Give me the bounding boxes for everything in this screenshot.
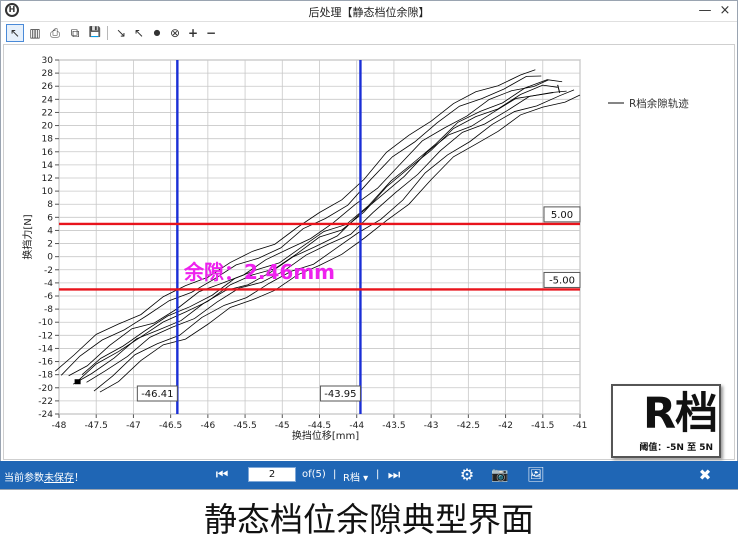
y-tick-label: 0 [47, 253, 53, 263]
y-tick-label: -20 [38, 384, 53, 394]
page-total: of(5) [302, 469, 326, 480]
first-page-button[interactable]: ⏮ [212, 464, 232, 486]
y-tick-label: 22 [42, 108, 53, 118]
vertical-cursor-label: -46.41 [141, 389, 173, 400]
x-tick-label: -45 [275, 421, 290, 431]
save-status: 当前参数未保存！ [4, 469, 84, 484]
y-tick-label: 28 [42, 69, 54, 79]
y-tick-label: -14 [38, 344, 53, 354]
y-tick-label: -6 [44, 292, 53, 302]
x-tick-label: -43 [424, 421, 439, 431]
x-tick-label: -42.5 [457, 421, 480, 431]
status-separator: | [333, 469, 337, 480]
start-marker [74, 379, 81, 385]
y-tick-label: -8 [44, 305, 53, 315]
gear-label: R档 [643, 389, 718, 439]
camera-icon[interactable]: 📷 [489, 464, 511, 486]
x-tick-label: -44.5 [308, 421, 331, 431]
gear-select[interactable]: R档 ▾ [343, 469, 368, 484]
image-icon[interactable]: 🖼 [525, 464, 547, 486]
params-prefix: 当前参数 [4, 473, 44, 484]
y-tick-label: -12 [38, 331, 53, 341]
chevron-down-icon: ▾ [363, 473, 369, 484]
last-page-button[interactable]: ⏭ [384, 464, 404, 486]
y-tick-label: 24 [42, 95, 54, 105]
threshold-label: -5.00 [549, 275, 575, 286]
y-tick-label: 18 [42, 135, 54, 145]
y-tick-label: 8 [47, 200, 53, 210]
close-icon[interactable]: ✖ [695, 464, 715, 486]
gap-annotation: 余隙：2.46mm [183, 260, 335, 284]
y-tick-label: 2 [47, 240, 53, 250]
status-bar: 当前参数未保存！ ⏮ of(5) | R档 ▾ | ⏭ ⚙ 📷 🖼 ✖ [0, 461, 738, 489]
y-tick-label: -24 [38, 410, 53, 420]
x-axis-label: 换挡位移[mm] [292, 429, 359, 442]
y-tick-label: 4 [47, 226, 53, 236]
y-tick-label: 12 [42, 174, 53, 184]
y-tick-label: 26 [42, 82, 54, 92]
x-tick-label: -46.5 [159, 421, 182, 431]
y-tick-label: -4 [44, 279, 53, 289]
legend-label: R档余隙轨迹 [629, 97, 689, 110]
threshold-label: 5.00 [551, 210, 573, 221]
gear-badge: R档 阈值：-5N 至 5N [611, 384, 721, 458]
y-tick-label: -2 [44, 266, 53, 276]
y-tick-label: 16 [42, 148, 54, 158]
gear-icon[interactable]: ⚙ [456, 464, 478, 486]
page-input[interactable] [248, 467, 296, 482]
y-axis-label: 换挡力[N] [21, 214, 34, 259]
x-tick-label: -47.5 [85, 421, 108, 431]
x-tick-label: -44 [349, 421, 364, 431]
y-tick-label: -16 [38, 358, 53, 368]
y-tick-label: 6 [47, 213, 53, 223]
x-tick-label: -48 [52, 421, 67, 431]
vertical-cursor-label: -43.95 [324, 389, 356, 400]
y-tick-label: 20 [42, 122, 54, 132]
x-tick-label: -41.5 [531, 421, 554, 431]
params-unsaved[interactable]: 未保存 [44, 473, 74, 484]
y-tick-label: -18 [38, 371, 53, 381]
y-tick-label: 10 [42, 187, 54, 197]
x-tick-label: -46 [201, 421, 216, 431]
params-suffix: ！ [74, 473, 84, 484]
threshold-label: 阈值：-5N 至 5N [639, 443, 713, 453]
status-separator: | [376, 469, 380, 480]
x-tick-label: -42 [498, 421, 513, 431]
x-tick-label: -43.5 [382, 421, 405, 431]
x-tick-label: -45.5 [233, 421, 256, 431]
x-tick-label: -47 [126, 421, 141, 431]
figure-caption: 静态档位余隙典型界面 [204, 500, 534, 539]
x-tick-label: -41 [573, 421, 588, 431]
y-tick-label: -22 [38, 397, 53, 407]
gear-select-value: R档 [343, 473, 360, 484]
y-tick-label: -10 [38, 318, 53, 328]
y-tick-label: 30 [42, 56, 54, 66]
y-tick-label: 14 [42, 161, 54, 171]
